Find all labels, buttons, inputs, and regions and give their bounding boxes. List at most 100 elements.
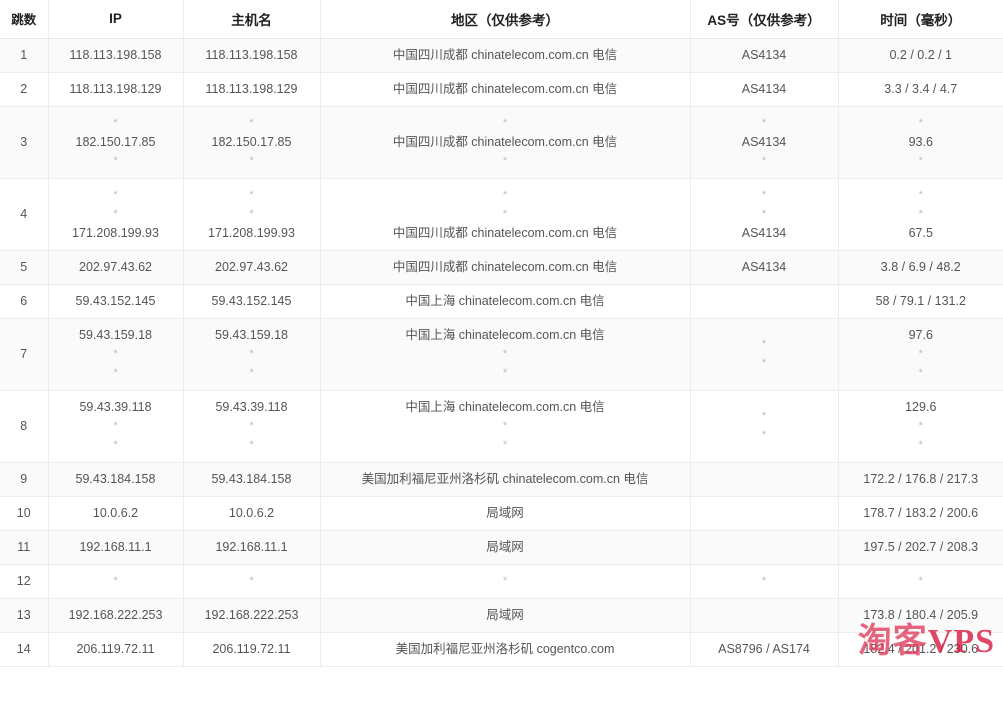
cell-lines: 10.0.6.2 (188, 504, 316, 523)
cell-time: 3.3 / 3.4 / 4.7 (838, 72, 1003, 107)
value-time: 0.2 / 0.2 / 1 (889, 47, 953, 62)
column-header-hop[interactable]: 跳数 (0, 0, 49, 39)
timeout-marker: * (918, 207, 923, 220)
cell-time: 58 / 79.1 / 131.2 (838, 284, 1003, 319)
cell-lines: 118.113.198.158 (53, 46, 179, 65)
timeout-marker: * (249, 188, 254, 201)
value-host: 10.0.6.2 (228, 505, 275, 520)
value-ip: 118.113.198.158 (69, 47, 162, 62)
cell-lines: * (695, 572, 834, 591)
cell-hop: 2 (0, 72, 49, 107)
timeout-marker: * (113, 188, 118, 201)
column-header-host[interactable]: 主机名 (183, 0, 321, 39)
timeout-marker: * (113, 347, 118, 360)
cell-lines: 局域网 (325, 538, 686, 557)
timeout-marker: * (113, 207, 118, 220)
cell-lines: 3.3 / 3.4 / 4.7 (843, 80, 1000, 99)
cell-lines: 局域网 (325, 606, 686, 625)
timeout-marker: * (249, 366, 254, 379)
cell-lines: 中国四川成都 chinatelecom.com.cn 电信 (325, 80, 686, 99)
timeout-marker: * (502, 438, 508, 451)
traceroute-result-table: 跳数 IP 主机名 地区（仅供参考） AS号（仅供参考） 时间（毫秒） 1 118… (0, 0, 1003, 667)
cell-asn: AS4134 (690, 38, 839, 73)
cell-lines: AS4134 (695, 46, 834, 65)
value-geo: 中国四川成都 chinatelecom.com.cn 电信 (392, 225, 618, 240)
cell-host: * 182.150.17.85 * (183, 106, 321, 179)
timeout-marker: * (761, 357, 767, 369)
cell-lines: * (53, 572, 179, 591)
value-host: 59.43.184.158 (211, 471, 292, 486)
column-header-asn[interactable]: AS号（仅供参考） (690, 0, 839, 39)
timeout-marker: * (502, 574, 508, 587)
cell-time: 0.2 / 0.2 / 1 (838, 38, 1003, 73)
cell-host: 192.168.222.253 (183, 598, 321, 633)
cell-lines: 中国四川成都 chinatelecom.com.cn 电信 (325, 258, 686, 277)
column-header-geo[interactable]: 地区（仅供参考） (320, 0, 691, 39)
value-host: 118.113.198.129 (205, 81, 298, 96)
cell-host: 202.97.43.62 (183, 250, 321, 285)
column-header-ip[interactable]: IP (48, 0, 184, 39)
cell-asn: * * AS4134 (690, 178, 839, 251)
cell-lines: 118.113.198.158 (188, 46, 316, 65)
cell-ip: 59.43.39.118 * * (48, 390, 184, 463)
timeout-marker: * (249, 347, 254, 360)
timeout-marker: * (249, 438, 254, 451)
value-geo: 局域网 (486, 607, 524, 622)
cell-ip: * 182.150.17.85 * (48, 106, 184, 179)
cell-hop: 5 (0, 250, 49, 285)
value-geo: 局域网 (486, 539, 524, 554)
timeout-marker: * (502, 207, 508, 220)
table-row: 12 * * * * * (0, 564, 1003, 599)
cell-ip: 206.119.72.11 (48, 632, 184, 667)
timeout-marker: * (502, 154, 508, 167)
value-geo: 中国上海 chinatelecom.com.cn 电信 (405, 399, 605, 414)
table-row: 13 192.168.222.253 192.168.222.253 局域网 173.8… (0, 598, 1003, 633)
cell-asn (690, 530, 839, 565)
cell-lines: * 中国四川成都 chinatelecom.com.cn 电信 * (325, 114, 686, 171)
timeout-marker: * (502, 347, 508, 360)
cell-lines: 59.43.39.118 * * (188, 398, 316, 455)
cell-asn (690, 284, 839, 319)
table-body: 1 118.113.198.158 118.113.198.158 中国四川成都 ch… (0, 38, 1003, 667)
cell-ip: 59.43.184.158 (48, 462, 184, 497)
cell-lines: AS4134 (695, 80, 834, 99)
value-time: 197.5 / 202.7 / 208.3 (863, 539, 979, 554)
cell-ip: 59.43.159.18 * * (48, 318, 184, 391)
table-header: 跳数 IP 主机名 地区（仅供参考） AS号（仅供参考） 时间（毫秒） (0, 0, 1003, 39)
cell-time: * (838, 564, 1003, 599)
cell-hop: 7 (0, 318, 49, 391)
timeout-marker: * (918, 419, 923, 432)
cell-hop: 6 (0, 284, 49, 319)
value-asn: AS4134 (741, 81, 787, 96)
cell-lines: 206.119.72.11 (53, 640, 179, 659)
value-asn: AS4134 (741, 225, 787, 240)
cell-host: 118.113.198.129 (183, 72, 321, 107)
column-header-time[interactable]: 时间（毫秒） (838, 0, 1003, 39)
cell-asn: * * (690, 390, 839, 463)
timeout-marker: * (502, 419, 508, 432)
timeout-marker: * (113, 154, 118, 167)
table-row: 7 59.43.159.18 * * 59.43.159.18 * * 中国上海 chinat… (0, 318, 1003, 391)
timeout-marker: * (918, 438, 923, 451)
cell-host: 206.119.72.11 (183, 632, 321, 667)
cell-asn: * (690, 564, 839, 599)
cell-lines: * (325, 572, 686, 591)
cell-hop: 4 (0, 178, 49, 251)
cell-lines: 192.168.222.253 (188, 606, 316, 625)
value-ip: 59.43.159.18 (79, 327, 152, 342)
cell-host: 10.0.6.2 (183, 496, 321, 531)
cell-time: * * 67.5 (838, 178, 1003, 251)
cell-lines: AS4134 (695, 258, 834, 277)
value-geo: 中国四川成都 chinatelecom.com.cn 电信 (392, 134, 618, 149)
cell-lines: 59.43.152.145 (53, 292, 179, 311)
cell-lines: * 182.150.17.85 * (53, 114, 179, 171)
cell-geo: 中国上海 chinatelecom.com.cn 电信 * * (320, 390, 691, 463)
cell-host: 59.43.159.18 * * (183, 318, 321, 391)
cell-asn (690, 496, 839, 531)
timeout-marker: * (918, 188, 923, 201)
value-ip: 59.43.152.145 (75, 293, 156, 308)
value-host: 206.119.72.11 (212, 641, 291, 656)
cell-lines: * * 171.208.199.93 (53, 186, 179, 243)
value-time: 182.4 / 201.2 / 230.6 (863, 641, 979, 656)
value-ip: 59.43.184.158 (75, 471, 156, 486)
